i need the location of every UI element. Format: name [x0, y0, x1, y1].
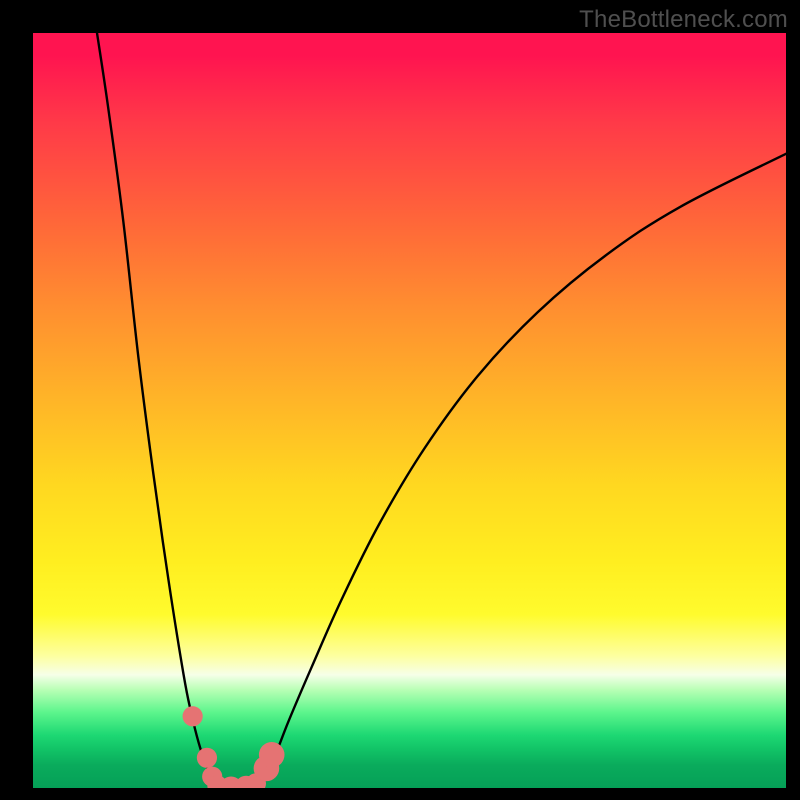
- data-marker: [259, 742, 285, 768]
- curve-layer: [33, 33, 786, 788]
- curve-right-branch: [255, 154, 786, 788]
- watermark-text: TheBottleneck.com: [579, 6, 788, 34]
- plot-area: [33, 33, 786, 788]
- data-marker: [183, 706, 203, 726]
- data-marker: [197, 748, 217, 768]
- data-markers: [183, 706, 285, 788]
- curve-left-branch: [97, 33, 220, 788]
- chart-frame: TheBottleneck.com: [0, 0, 800, 800]
